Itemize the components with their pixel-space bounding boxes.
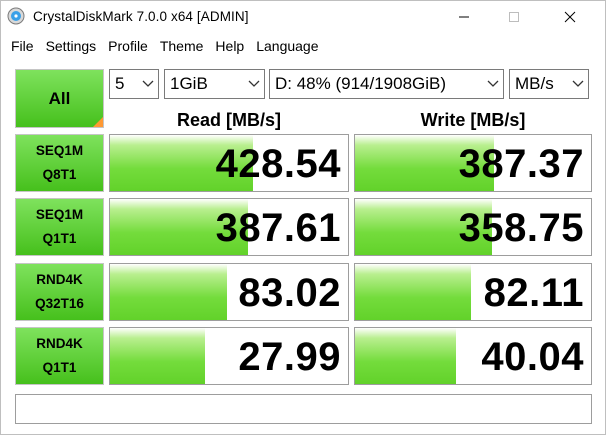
unit-select[interactable]: MB/s	[509, 69, 589, 99]
write-result-seq1m-q8t1: 387.37	[354, 134, 592, 192]
menu-bar: File Settings Profile Theme Help Languag…	[1, 34, 605, 58]
result-value: 83.02	[238, 271, 341, 315]
test-button-line2: Q8T1	[42, 167, 77, 182]
title-bar[interactable]: CrystalDiskMark 7.0.0 x64 [ADMIN]	[1, 1, 605, 33]
write-column-header: Write [MB/s]	[420, 110, 526, 130]
menu-theme[interactable]: Theme	[154, 35, 210, 57]
result-value: 358.75	[458, 206, 584, 250]
test-count-select[interactable]: 5	[109, 69, 159, 99]
result-fill-bar	[110, 264, 227, 320]
maximize-button[interactable]	[491, 1, 537, 33]
test-button-line1: SEQ1M	[35, 143, 84, 158]
test-button-line1: RND4K	[36, 272, 83, 287]
menu-help[interactable]: Help	[209, 35, 250, 57]
app-icon	[7, 7, 25, 25]
unit-value: MB/s	[515, 74, 554, 93]
result-value: 82.11	[483, 271, 584, 315]
minimize-icon	[459, 16, 469, 18]
result-value: 428.54	[215, 142, 341, 186]
all-tests-button[interactable]: All	[15, 69, 104, 128]
test-button-seq1m-q8t1[interactable]: SEQ1M Q8T1	[15, 134, 104, 192]
menu-language[interactable]: Language	[250, 35, 324, 57]
test-button-rnd4k-q1t1[interactable]: RND4K Q1T1	[15, 327, 104, 385]
read-result-rnd4k-q32t16: 83.02	[109, 263, 349, 321]
result-value: 387.61	[215, 206, 341, 250]
result-value: 40.04	[481, 335, 584, 379]
read-result-seq1m-q1t1: 387.61	[109, 198, 349, 256]
result-value: 27.99	[238, 335, 341, 379]
test-button-seq1m-q1t1[interactable]: SEQ1M Q1T1	[15, 198, 104, 256]
maximize-icon	[509, 12, 519, 22]
test-button-line2: Q32T16	[35, 296, 84, 311]
read-column-header: Read [MB/s]	[176, 110, 281, 130]
all-tests-label: All	[48, 88, 71, 108]
result-fill-bar	[355, 264, 471, 320]
chevron-down-icon	[572, 80, 584, 87]
test-size-select[interactable]: 1GiB	[164, 69, 265, 99]
test-size-value: 1GiB	[170, 74, 208, 93]
test-button-rnd4k-q32t16[interactable]: RND4K Q32T16	[15, 263, 104, 321]
result-fill-bar	[110, 328, 206, 384]
test-button-line1: SEQ1M	[35, 207, 84, 222]
result-fill-bar	[355, 328, 457, 384]
write-result-seq1m-q1t1: 358.75	[354, 198, 592, 256]
test-button-line2: Q1T1	[42, 360, 77, 375]
app-window: CrystalDiskMark 7.0.0 x64 [ADMIN] File S…	[0, 0, 606, 435]
write-result-rnd4k-q32t16: 82.11	[354, 263, 592, 321]
drive-value: D: 48% (914/1908GiB)	[275, 74, 447, 93]
result-value: 387.37	[458, 142, 584, 186]
close-button[interactable]	[547, 1, 593, 33]
close-icon	[564, 11, 576, 23]
menu-file[interactable]: File	[5, 35, 40, 57]
write-result-rnd4k-q1t1: 40.04	[354, 327, 592, 385]
chevron-down-icon	[248, 80, 260, 87]
test-button-line2: Q1T1	[42, 231, 77, 246]
window-title: CrystalDiskMark 7.0.0 x64 [ADMIN]	[33, 9, 249, 24]
status-bar	[15, 394, 592, 424]
read-result-seq1m-q8t1: 428.54	[109, 134, 349, 192]
read-result-rnd4k-q1t1: 27.99	[109, 327, 349, 385]
menu-profile[interactable]: Profile	[102, 35, 154, 57]
test-count-value: 5	[115, 74, 125, 93]
chevron-down-icon	[487, 80, 499, 87]
test-button-line1: RND4K	[36, 336, 83, 351]
minimize-button[interactable]	[441, 1, 487, 33]
chevron-down-icon	[142, 80, 154, 87]
drive-select[interactable]: D: 48% (914/1908GiB)	[269, 69, 504, 99]
corner-marker-icon	[93, 117, 103, 127]
menu-settings[interactable]: Settings	[40, 35, 103, 57]
